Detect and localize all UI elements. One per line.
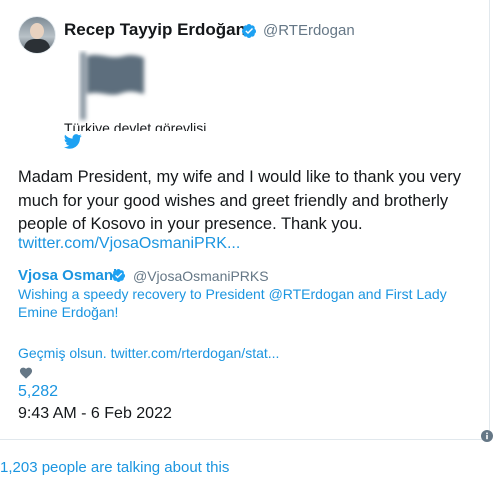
info-icon[interactable] <box>481 430 493 442</box>
conversation-link[interactable]: 1,203 people are talking about this <box>0 459 229 476</box>
quoted-tweet-text[interactable]: Wishing a speedy recovery to President @… <box>18 285 468 321</box>
verified-badge-icon <box>111 268 126 283</box>
quoted-author-name[interactable]: Vjosa Osmani <box>18 267 117 284</box>
avatar-head <box>30 23 44 39</box>
heart-icon[interactable] <box>19 366 33 379</box>
like-count[interactable]: 5,282 <box>18 383 58 401</box>
tweet-text: Madam President, my wife and I would lik… <box>18 168 461 233</box>
tweet-timestamp[interactable]: 9:43 AM - 6 Feb 2022 <box>18 405 172 423</box>
author-handle[interactable]: @RTErdogan <box>263 22 355 39</box>
media-caption: Türkiye devlet görevlisi <box>64 120 207 131</box>
quoted-author-handle[interactable]: @VjosaOsmaniPRKS <box>133 268 269 284</box>
avatar-body <box>24 39 50 53</box>
flag-placeholder-icon <box>80 52 144 120</box>
twitter-bird-icon[interactable] <box>64 134 82 149</box>
verified-badge-icon <box>241 24 256 38</box>
author-name[interactable]: Recep Tayyip Erdoğan <box>64 20 246 40</box>
quoted-tweet-link[interactable]: Geçmiş olsun. twitter.com/rterdogan/stat… <box>18 345 279 361</box>
tweet-card: Recep Tayyip Erdoğan @RTErdogan Türkiye … <box>0 0 493 442</box>
author-avatar[interactable] <box>18 16 56 54</box>
tweet-link[interactable]: twitter.com/VjosaOsmaniPRK... <box>18 235 240 253</box>
